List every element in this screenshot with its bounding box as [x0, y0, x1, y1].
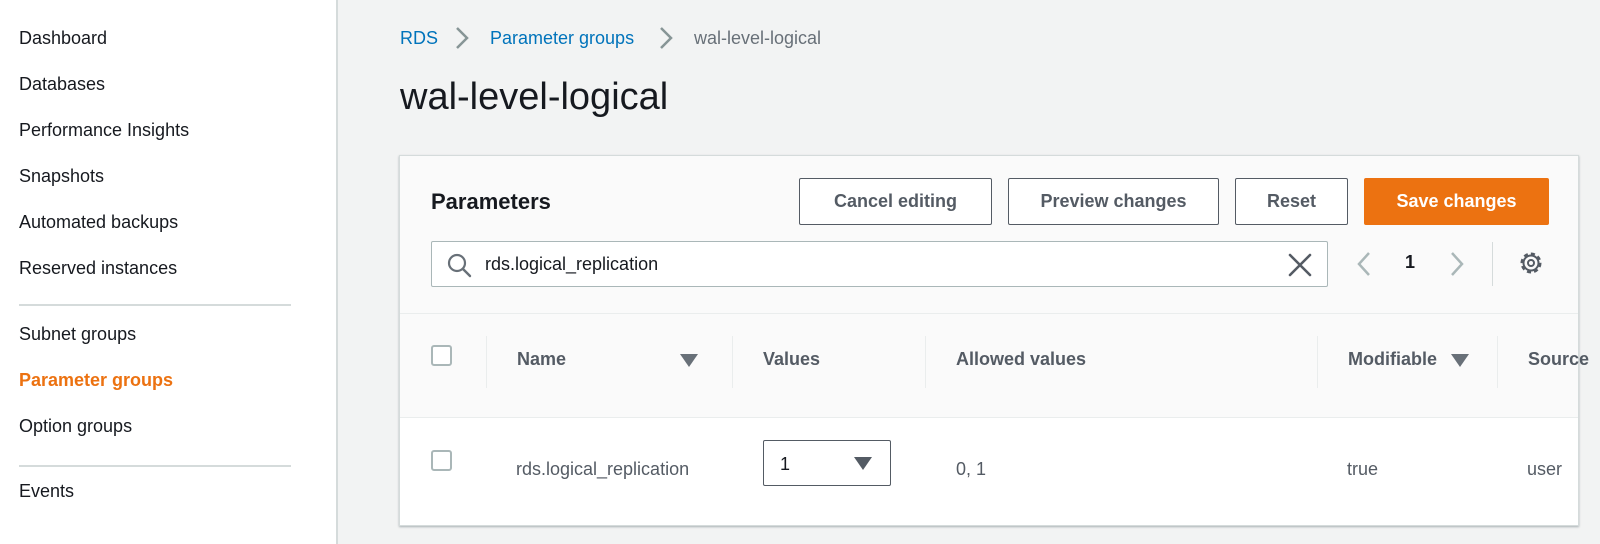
sidebar-item-parameter-groups[interactable]: Parameter groups — [19, 370, 173, 391]
sidebar-item-automated-backups[interactable]: Automated backups — [19, 212, 178, 233]
search-icon — [447, 253, 472, 278]
breadcrumb-parameter-groups-link[interactable]: Parameter groups — [490, 28, 634, 49]
chevron-left-icon[interactable] — [1353, 249, 1377, 279]
page-title: wal-level-logical — [400, 76, 669, 118]
row-checkbox[interactable] — [431, 450, 452, 471]
page-number[interactable]: 1 — [1405, 252, 1415, 273]
column-divider — [486, 336, 487, 388]
chevron-right-icon — [456, 27, 469, 49]
cell-source: user — [1527, 459, 1563, 479]
sidebar-divider — [19, 465, 291, 467]
sidebar-divider — [19, 304, 291, 306]
column-divider — [925, 336, 926, 388]
column-header-values: Values — [763, 349, 821, 369]
sidebar-item-events[interactable]: Events — [19, 481, 74, 502]
save-changes-button[interactable]: Save changes — [1364, 178, 1549, 225]
breadcrumb-current: wal-level-logical — [694, 28, 822, 48]
preview-changes-button[interactable]: Preview changes — [1008, 178, 1219, 225]
search-input[interactable]: rds.logical_replication — [431, 241, 1328, 287]
sidebar-item-dashboard[interactable]: Dashboard — [19, 28, 107, 49]
select-all-checkbox[interactable] — [431, 345, 452, 366]
pager-divider — [1492, 242, 1493, 286]
sidebar-item-databases[interactable]: Databases — [19, 74, 105, 95]
column-header-modifiable[interactable]: Modifiable — [1348, 349, 1437, 370]
column-divider — [1317, 336, 1318, 388]
column-divider — [732, 336, 733, 388]
breadcrumb-rds-link[interactable]: RDS — [400, 28, 438, 49]
cell-name: rds.logical_replication — [516, 459, 690, 479]
sidebar-item-snapshots[interactable]: Snapshots — [19, 166, 104, 187]
sidebar-item-performance-insights[interactable]: Performance Insights — [19, 120, 189, 141]
parameters-panel: Parameters Cancel editing Preview change… — [399, 155, 1589, 526]
caret-down-icon — [854, 457, 872, 470]
panel-title: Parameters — [431, 189, 551, 214]
sidebar-item-option-groups[interactable]: Option groups — [19, 416, 132, 437]
cancel-editing-button[interactable]: Cancel editing — [799, 178, 992, 225]
gear-icon[interactable] — [1517, 249, 1545, 277]
chevron-right-icon[interactable] — [1444, 249, 1468, 279]
column-divider — [1497, 336, 1498, 388]
sort-down-icon[interactable] — [680, 354, 698, 367]
column-header-name[interactable]: Name — [517, 349, 566, 370]
select-value: 1 — [780, 454, 791, 474]
value-select[interactable]: 1 — [763, 440, 891, 486]
cell-modifiable: true — [1347, 459, 1379, 479]
sort-down-icon[interactable] — [1451, 354, 1469, 367]
sidebar-item-reserved-instances[interactable]: Reserved instances — [19, 258, 177, 279]
column-header-allowed-values: Allowed values — [956, 349, 1087, 369]
search-value[interactable]: rds.logical_replication — [485, 254, 658, 275]
reset-button[interactable]: Reset — [1235, 178, 1348, 225]
sidebar: Dashboard Databases Performance Insights… — [0, 0, 338, 544]
column-header-source[interactable]: Source — [1528, 349, 1589, 370]
close-icon[interactable] — [1287, 252, 1313, 278]
sidebar-item-subnet-groups[interactable]: Subnet groups — [19, 324, 136, 345]
cell-allowed-values: 0, 1 — [956, 459, 987, 479]
chevron-right-icon — [660, 27, 673, 49]
